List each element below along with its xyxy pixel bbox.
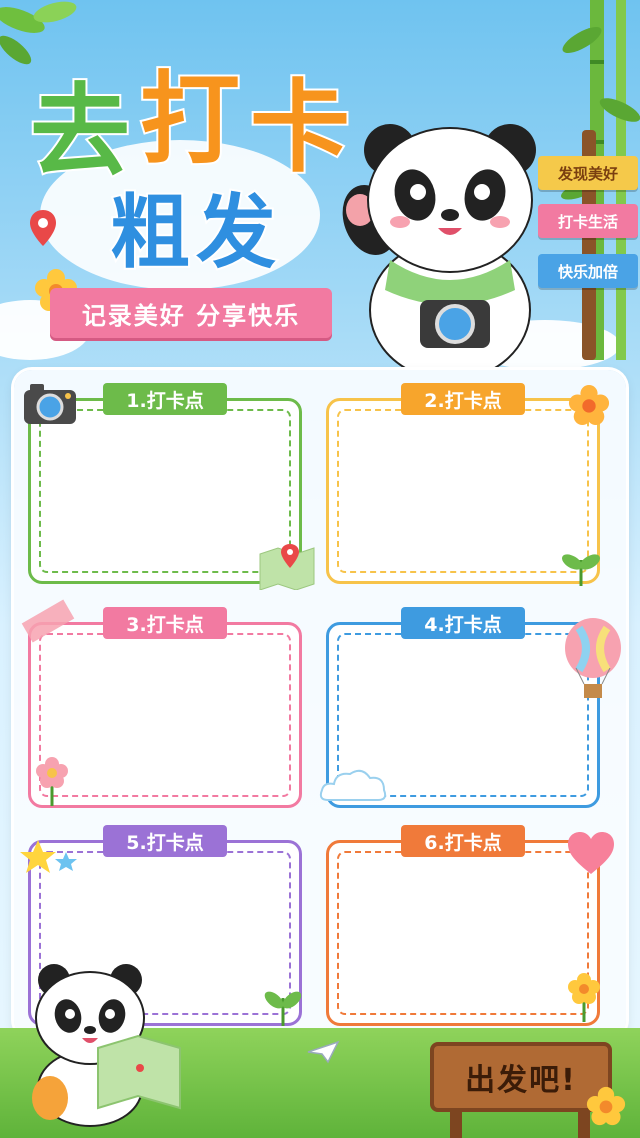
hot-air-balloon-icon — [565, 618, 621, 698]
title-char: 打 — [138, 59, 242, 180]
cloud-icon — [319, 769, 387, 801]
camera-icon — [24, 384, 76, 424]
go-sign: 出发吧! — [430, 1042, 612, 1112]
checkin-card-6[interactable]: 6.打卡点 — [326, 825, 600, 1026]
star-icon — [20, 840, 77, 873]
checkin-label: 4.打卡点 — [401, 607, 525, 639]
leaf-sprout-icon — [562, 554, 600, 586]
flower-icon — [36, 757, 68, 806]
checkin-label: 2.打卡点 — [401, 383, 525, 415]
signpost-item: 发现美好 — [538, 156, 638, 190]
heart-icon — [568, 832, 614, 874]
checkin-label: 3.打卡点 — [103, 607, 227, 639]
panda-character — [342, 124, 536, 370]
checkin-label: 5.打卡点 — [103, 825, 227, 857]
slogan-ribbon: 记录美好 分享快乐 — [50, 288, 332, 338]
map-pin-icon — [30, 210, 56, 246]
paper-plane-icon — [307, 1040, 340, 1064]
washi-tape-decoration — [21, 599, 75, 643]
map-icon — [259, 544, 315, 590]
checkin-card-2[interactable]: 2.打卡点 — [326, 383, 600, 584]
leaf-sprout-icon — [264, 991, 302, 1026]
title-subline: 粗发 — [108, 184, 282, 281]
signpost-item: 快乐加倍 — [538, 254, 638, 288]
flower-icon — [586, 1086, 626, 1126]
checkin-label: 1.打卡点 — [103, 383, 227, 415]
signpost-item: 打卡生活 — [538, 204, 638, 238]
panda-character — [32, 964, 181, 1127]
checkin-label: 6.打卡点 — [401, 825, 525, 857]
flower-icon — [568, 384, 610, 426]
flower-icon — [568, 973, 600, 1022]
